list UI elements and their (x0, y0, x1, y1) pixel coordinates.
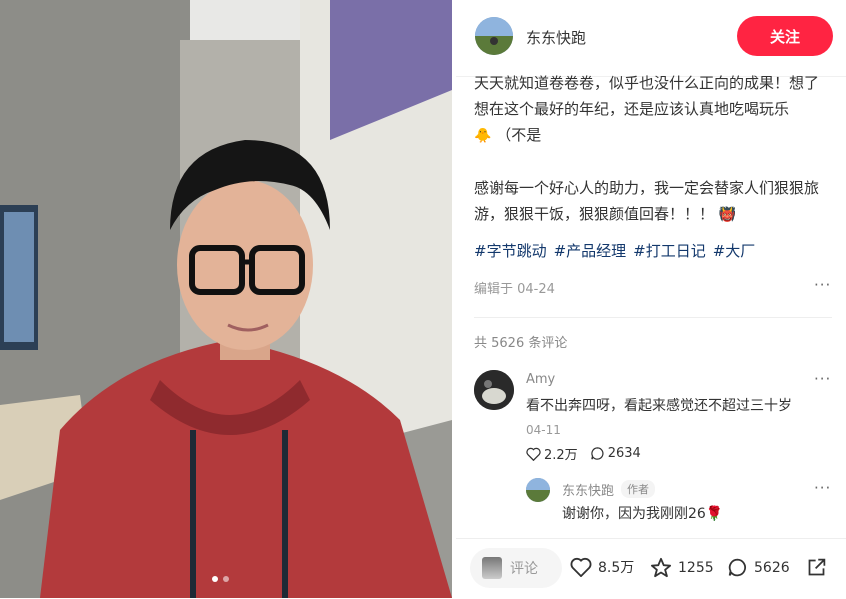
author-badge: 作者 (621, 480, 655, 498)
hashtag[interactable]: #字节跳动 (474, 240, 547, 261)
heart-icon (526, 447, 541, 461)
comment-text: 看不出奔四呀，看起来感觉还不超过三十岁 (526, 398, 792, 414)
post-paragraph: 天天就知道卷卷卷，似乎也没什么正向的成果！想了想在这个最好的年纪，还是应该认真地… (474, 70, 832, 149)
comment-reply-count: 2634 (607, 446, 641, 461)
author-avatar[interactable] (475, 17, 513, 55)
hashtag[interactable]: #大厂 (713, 240, 756, 261)
comment-more-button[interactable]: ··· (814, 370, 831, 388)
post-detail-panel: 东东快跑 关注 天天就知道卷卷卷，似乎也没什么正向的成果！想了想在这个最好的年纪… (456, 0, 846, 598)
hashtag[interactable]: #打工日记 (633, 240, 706, 261)
carousel-dot[interactable] (223, 576, 229, 582)
bottom-action-bar: 评论 8.5万 1255 5626 (456, 538, 846, 599)
edit-date: 编辑于 04-24 (474, 282, 555, 297)
comment-button[interactable]: 5626 (727, 557, 790, 578)
user-avatar (482, 557, 502, 579)
comment-placeholder: 评论 (510, 561, 538, 577)
star-icon (650, 557, 672, 578)
follow-button[interactable]: 关注 (737, 16, 833, 56)
reply-author-name[interactable]: 东东快跑 (562, 480, 614, 499)
favorite-count: 1255 (678, 559, 714, 576)
chat-bubble-icon (728, 558, 746, 577)
reply-text: 谢谢你，因为我刚刚26🌹 (562, 503, 723, 523)
carousel-indicator (212, 576, 229, 582)
rose-icon: 🌹 (705, 506, 724, 522)
reply-author-avatar[interactable] (526, 478, 550, 502)
comment-actions: 2.2万 2634 (526, 444, 641, 463)
comment-count: 共 5626 条评论 (474, 336, 568, 351)
hashtag-list: #字节跳动 #产品经理 #打工日记 #大厂 (474, 240, 755, 261)
post-content: 天天就知道卷卷卷，似乎也没什么正向的成果！想了想在这个最好的年纪，还是应该认真地… (474, 70, 832, 228)
carousel-dot[interactable] (212, 576, 218, 582)
comment-like-button[interactable]: 2.2万 (526, 444, 578, 463)
chat-bubble-icon (590, 447, 604, 460)
post-photo[interactable] (0, 0, 452, 598)
emoji-icon: 👹 (718, 207, 737, 223)
comment-input[interactable]: 评论 (470, 548, 562, 588)
favorite-button[interactable]: 1255 (650, 557, 714, 578)
hashtag[interactable]: #产品经理 (554, 240, 627, 261)
like-button[interactable]: 8.5万 (570, 557, 634, 577)
commenter-avatar[interactable] (474, 370, 514, 410)
post-text: 天天就知道卷卷卷，似乎也没什么正向的成果！想了想在这个最好的年纪，还是应该认真地… (474, 74, 820, 118)
comment-date: 04-11 (526, 423, 561, 437)
comment-like-count: 2.2万 (544, 448, 578, 463)
author-name[interactable]: 东东快跑 (526, 27, 586, 48)
share-button[interactable] (806, 557, 827, 578)
comment-reply-button[interactable]: 2634 (590, 446, 641, 461)
divider (474, 317, 832, 318)
heart-icon (570, 557, 592, 577)
post-text: （不是 (496, 126, 542, 144)
emoji-icon: 🐥 (474, 128, 492, 144)
comment-total-count: 5626 (754, 559, 790, 576)
post-paragraph: 感谢每一个好心人的助力，我一定会替家人们狠狠旅游，狠狠干饭，狠狠颜值回春！！！ … (474, 175, 832, 228)
post-header: 东东快跑 关注 (456, 0, 846, 77)
reply-text-content: 谢谢你，因为我刚刚26 (562, 506, 706, 522)
like-count: 8.5万 (598, 560, 635, 576)
share-icon (808, 558, 826, 576)
post-text: 感谢每一个好心人的助力，我一定会替家人们狠狠旅游，狠狠干饭，狠狠颜值回春！！！ (474, 179, 820, 223)
commenter-name[interactable]: Amy (526, 372, 555, 387)
reply-more-button[interactable]: ··· (814, 479, 831, 497)
selfie-image (0, 0, 452, 598)
post-more-button[interactable]: ··· (814, 276, 831, 294)
